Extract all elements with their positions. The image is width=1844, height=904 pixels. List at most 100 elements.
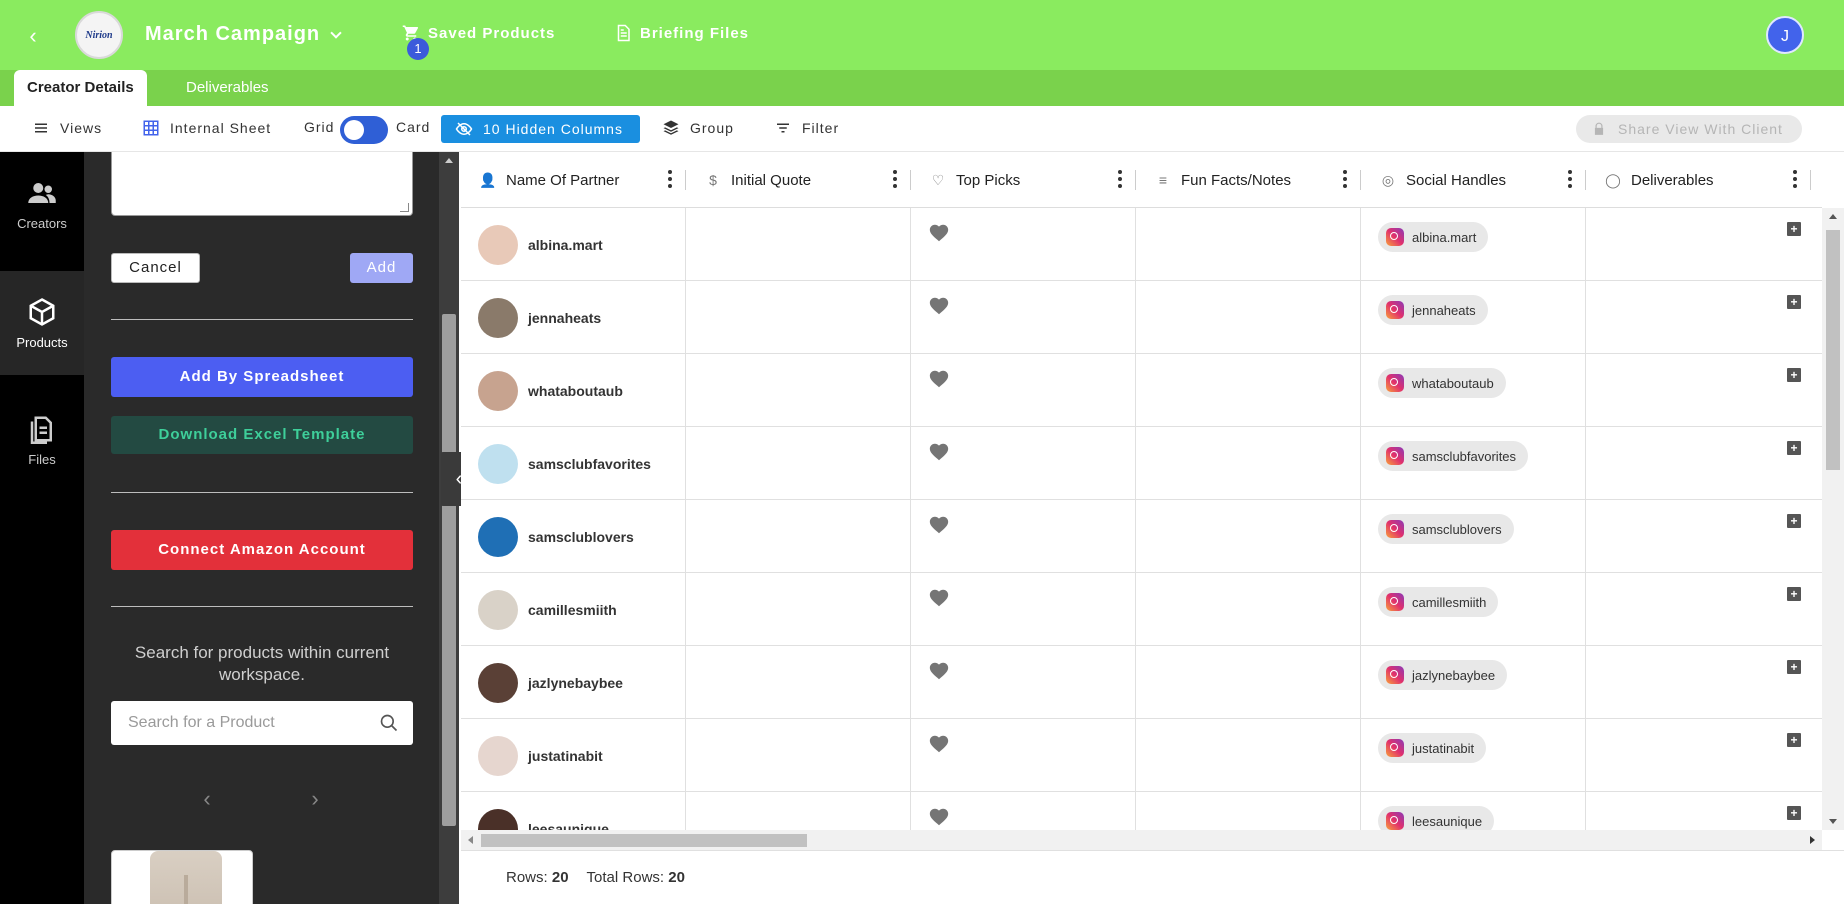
- table-row[interactable]: jazlynebaybee jazlynebaybee +: [461, 646, 1822, 719]
- fun-facts-cell[interactable]: [1136, 792, 1361, 830]
- top-picks-cell[interactable]: [911, 281, 1136, 354]
- download-excel-template-button[interactable]: Download Excel Template: [111, 416, 413, 454]
- heart-icon[interactable]: [928, 806, 950, 828]
- table-row[interactable]: leesaunique leesaunique +: [461, 792, 1822, 830]
- initial-quote-cell[interactable]: [686, 427, 911, 500]
- add-deliverable-icon[interactable]: +: [1787, 222, 1801, 236]
- table-row[interactable]: whataboutaub whataboutaub +: [461, 354, 1822, 427]
- back-arrow-icon[interactable]: ‹: [20, 23, 46, 49]
- fun-facts-cell[interactable]: [1136, 646, 1361, 719]
- add-deliverable-icon[interactable]: +: [1787, 441, 1801, 455]
- user-avatar[interactable]: J: [1766, 16, 1804, 54]
- cancel-button[interactable]: Cancel: [111, 253, 200, 283]
- fun-facts-cell[interactable]: [1136, 208, 1361, 281]
- add-deliverable-icon[interactable]: +: [1787, 733, 1801, 747]
- social-handle-chip[interactable]: samsclubfavorites: [1378, 441, 1529, 471]
- deliverables-cell[interactable]: +: [1586, 646, 1811, 719]
- top-picks-cell[interactable]: [911, 208, 1136, 281]
- table-row[interactable]: justatinabit justatinabit +: [461, 719, 1822, 792]
- add-deliverable-icon[interactable]: +: [1787, 806, 1801, 820]
- partner-cell[interactable]: whataboutaub: [461, 354, 686, 427]
- social-handle-chip[interactable]: samsclublovers: [1378, 514, 1514, 544]
- table-row[interactable]: samsclubfavorites samsclubfavorites +: [461, 427, 1822, 500]
- partner-cell[interactable]: camillesmiith: [461, 573, 686, 646]
- initial-quote-cell[interactable]: [686, 646, 911, 719]
- column-menu-icon[interactable]: [893, 170, 897, 188]
- nav-item-creators[interactable]: Creators: [0, 152, 84, 256]
- initial-quote-cell[interactable]: [686, 573, 911, 646]
- social-handles-cell[interactable]: samsclublovers: [1361, 500, 1586, 573]
- vertical-scroll-thumb[interactable]: [1826, 230, 1840, 470]
- add-deliverable-icon[interactable]: +: [1787, 368, 1801, 382]
- social-handles-cell[interactable]: jennaheats: [1361, 281, 1586, 354]
- partner-cell[interactable]: albina.mart: [461, 208, 686, 281]
- nav-item-products[interactable]: Products: [0, 271, 84, 375]
- scroll-left-icon[interactable]: [468, 836, 473, 844]
- social-handles-cell[interactable]: leesaunique: [1361, 792, 1586, 830]
- initial-quote-cell[interactable]: [686, 719, 911, 792]
- table-vertical-scrollbar[interactable]: [1822, 208, 1844, 830]
- top-picks-cell[interactable]: [911, 719, 1136, 792]
- initial-quote-cell[interactable]: [686, 792, 911, 830]
- prev-page-icon[interactable]: ‹: [195, 787, 219, 811]
- grid-card-toggle[interactable]: [340, 116, 388, 144]
- connect-amazon-button[interactable]: Connect Amazon Account: [111, 530, 413, 570]
- fun-facts-cell[interactable]: [1136, 354, 1361, 427]
- scroll-up-icon[interactable]: [1829, 214, 1837, 219]
- deliverables-cell[interactable]: +: [1586, 500, 1811, 573]
- deliverables-cell[interactable]: +: [1586, 792, 1811, 830]
- table-row[interactable]: samsclublovers samsclublovers +: [461, 500, 1822, 573]
- fun-facts-cell[interactable]: [1136, 719, 1361, 792]
- heart-icon[interactable]: [928, 660, 950, 682]
- table-horizontal-scrollbar[interactable]: [461, 830, 1822, 850]
- column-menu-icon[interactable]: [1118, 170, 1122, 188]
- initial-quote-cell[interactable]: [686, 281, 911, 354]
- nav-item-files[interactable]: Files: [0, 388, 84, 492]
- social-handles-cell[interactable]: whataboutaub: [1361, 354, 1586, 427]
- fun-facts-cell[interactable]: [1136, 281, 1361, 354]
- column-header-partner[interactable]: 👤 Name Of Partner: [461, 152, 686, 208]
- add-deliverable-icon[interactable]: +: [1787, 660, 1801, 674]
- table-row[interactable]: camillesmiith camillesmiith +: [461, 573, 1822, 646]
- add-deliverable-icon[interactable]: +: [1787, 587, 1801, 601]
- social-handles-cell[interactable]: camillesmiith: [1361, 573, 1586, 646]
- panel-scrollbar[interactable]: [439, 152, 459, 904]
- partner-cell[interactable]: samsclublovers: [461, 500, 686, 573]
- add-deliverable-icon[interactable]: +: [1787, 514, 1801, 528]
- table-row[interactable]: albina.mart albina.mart +: [461, 208, 1822, 281]
- initial-quote-cell[interactable]: [686, 208, 911, 281]
- saved-products-link[interactable]: Saved Products: [402, 24, 555, 42]
- deliverables-cell[interactable]: +: [1586, 719, 1811, 792]
- share-view-button[interactable]: Share View With Client: [1576, 115, 1802, 143]
- heart-icon[interactable]: [928, 295, 950, 317]
- column-header-fun-facts[interactable]: ≡ Fun Facts/Notes: [1136, 152, 1361, 208]
- social-handles-cell[interactable]: justatinabit: [1361, 719, 1586, 792]
- social-handle-chip[interactable]: albina.mart: [1378, 222, 1489, 252]
- partner-cell[interactable]: justatinabit: [461, 719, 686, 792]
- views-button[interactable]: Views: [32, 119, 102, 137]
- top-picks-cell[interactable]: [911, 500, 1136, 573]
- tab-deliverables[interactable]: Deliverables: [173, 70, 282, 106]
- campaign-selector[interactable]: March Campaign: [145, 23, 342, 46]
- column-menu-icon[interactable]: [1793, 170, 1797, 188]
- top-picks-cell[interactable]: [911, 427, 1136, 500]
- panel-scroll-thumb[interactable]: [442, 314, 456, 826]
- social-handles-cell[interactable]: jazlynebaybee: [1361, 646, 1586, 719]
- column-header-deliverables[interactable]: ◯ Deliverables: [1586, 152, 1811, 208]
- add-by-spreadsheet-button[interactable]: Add By Spreadsheet: [111, 357, 413, 397]
- deliverables-cell[interactable]: +: [1586, 427, 1811, 500]
- deliverables-cell[interactable]: +: [1586, 573, 1811, 646]
- scroll-down-icon[interactable]: [1829, 819, 1837, 824]
- top-picks-cell[interactable]: [911, 354, 1136, 427]
- scroll-right-icon[interactable]: [1810, 836, 1815, 844]
- fun-facts-cell[interactable]: [1136, 573, 1361, 646]
- partner-cell[interactable]: leesaunique: [461, 792, 686, 830]
- product-card[interactable]: [111, 850, 253, 904]
- add-button[interactable]: Add: [350, 253, 413, 283]
- fun-facts-cell[interactable]: [1136, 427, 1361, 500]
- heart-icon[interactable]: [928, 587, 950, 609]
- column-menu-icon[interactable]: [668, 170, 672, 188]
- internal-sheet-button[interactable]: Internal Sheet: [142, 119, 271, 137]
- social-handle-chip[interactable]: camillesmiith: [1378, 587, 1499, 617]
- top-picks-cell[interactable]: [911, 646, 1136, 719]
